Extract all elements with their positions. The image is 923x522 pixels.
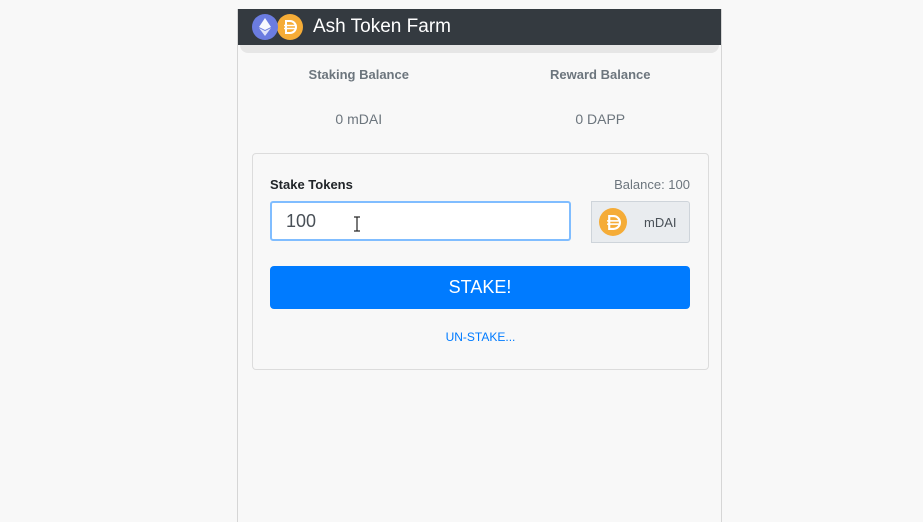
reward-balance-value: 0 DAPP	[575, 111, 626, 127]
app-title: Ash Token Farm	[313, 16, 451, 37]
staking-balance-label: Staking Balance	[308, 67, 409, 82]
staking-balance-column: Staking Balance 0 mDAI	[238, 67, 480, 127]
token-symbol: mDAI	[644, 214, 677, 230]
reward-balance-label: Reward Balance	[550, 67, 651, 82]
app-logo	[252, 14, 303, 40]
text-cursor-icon	[353, 216, 361, 232]
ethereum-icon	[252, 14, 278, 40]
reward-balance-column: Reward Balance 0 DAPP	[480, 67, 722, 127]
stake-button[interactable]: STAKE!	[270, 266, 690, 309]
dai-icon	[599, 208, 627, 236]
stake-amount-input[interactable]	[270, 201, 571, 241]
unstake-link[interactable]: UN-STAKE...	[253, 330, 708, 344]
stake-tokens-label: Stake Tokens	[270, 177, 353, 192]
token-addon: mDAI	[591, 201, 690, 243]
navbar-shadow	[240, 45, 719, 53]
balances-table: Staking Balance 0 mDAI Reward Balance 0 …	[238, 67, 721, 127]
navbar: Ash Token Farm	[238, 9, 721, 45]
dai-icon	[277, 14, 303, 40]
app-panel: Ash Token Farm Staking Balance 0 mDAI Re…	[237, 9, 722, 522]
stake-card: Stake Tokens Balance: 100 mDAI STAKE! UN…	[252, 153, 709, 370]
wallet-balance-label: Balance: 100	[614, 177, 690, 192]
staking-balance-value: 0 mDAI	[335, 111, 383, 127]
